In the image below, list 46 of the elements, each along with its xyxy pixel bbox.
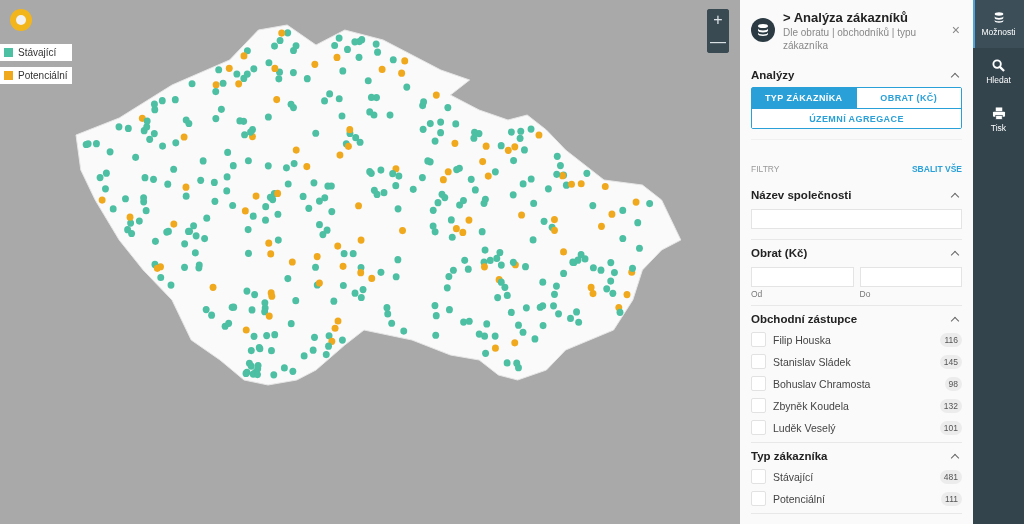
field-label: Do bbox=[859, 289, 872, 299]
printer-icon bbox=[991, 107, 1006, 120]
checkbox-label[interactable]: Stanislav Sládek bbox=[773, 355, 933, 368]
sidebar-item[interactable]: Tisk bbox=[973, 96, 1024, 144]
count-badge: 145 bbox=[939, 354, 962, 369]
checkbox-label[interactable]: Luděk Veselý bbox=[773, 421, 933, 434]
section-title: Název společnosti bbox=[751, 189, 852, 201]
section-title: Analýzy bbox=[751, 69, 795, 81]
checkbox[interactable] bbox=[751, 491, 766, 506]
legend-item: Stávající bbox=[0, 44, 73, 61]
checkbox-label[interactable]: Stávající bbox=[773, 470, 933, 483]
checkbox[interactable] bbox=[751, 332, 766, 347]
map-area[interactable]: Stávající Potenciální + — bbox=[0, 0, 740, 524]
company-name-field[interactable] bbox=[751, 209, 962, 229]
checkbox[interactable] bbox=[751, 376, 766, 391]
count-badge: 101 bbox=[939, 420, 962, 435]
checkbox[interactable] bbox=[751, 420, 766, 435]
panel-subtitle: Dle obratu | obchodníků | typu zákazníka bbox=[783, 26, 918, 52]
checkbox[interactable] bbox=[751, 469, 766, 484]
legend-item: Potenciální bbox=[0, 67, 73, 84]
section-title: Typ zákazníka bbox=[751, 450, 828, 462]
checkbox[interactable] bbox=[751, 398, 766, 413]
section-title: Obrat (Kč) bbox=[751, 247, 808, 259]
filters-label: FILTRY bbox=[751, 164, 780, 174]
section-title: Obchodní zástupce bbox=[751, 313, 858, 325]
search-icon bbox=[992, 59, 1005, 72]
close-button[interactable]: × bbox=[949, 22, 962, 38]
checkbox-label[interactable]: Filip Houska bbox=[773, 333, 934, 346]
checkbox-label[interactable]: Zbyněk Koudela bbox=[773, 399, 933, 412]
count-badge: 111 bbox=[941, 491, 962, 506]
count-badge: 98 bbox=[944, 376, 962, 391]
turnover-to-field[interactable] bbox=[859, 267, 962, 287]
database-icon bbox=[992, 11, 1005, 24]
sidebar-item[interactable]: Možnosti bbox=[973, 0, 1024, 48]
field-label: Od bbox=[751, 289, 764, 299]
panel-title: > Analýza zákazníků bbox=[783, 10, 909, 25]
count-badge: 481 bbox=[939, 469, 962, 484]
count-badge: 116 bbox=[940, 332, 962, 347]
sidebar-item[interactable]: Hledat bbox=[973, 48, 1024, 96]
checkbox-label[interactable]: Bohuslav Chramosta bbox=[773, 377, 938, 390]
checkbox-label[interactable]: Potenciální bbox=[773, 492, 935, 505]
count-badge: 132 bbox=[939, 398, 962, 413]
checkbox[interactable] bbox=[751, 354, 766, 369]
location-marker-icon[interactable] bbox=[10, 9, 32, 31]
database-icon bbox=[751, 18, 775, 42]
turnover-from-field[interactable] bbox=[751, 267, 854, 287]
